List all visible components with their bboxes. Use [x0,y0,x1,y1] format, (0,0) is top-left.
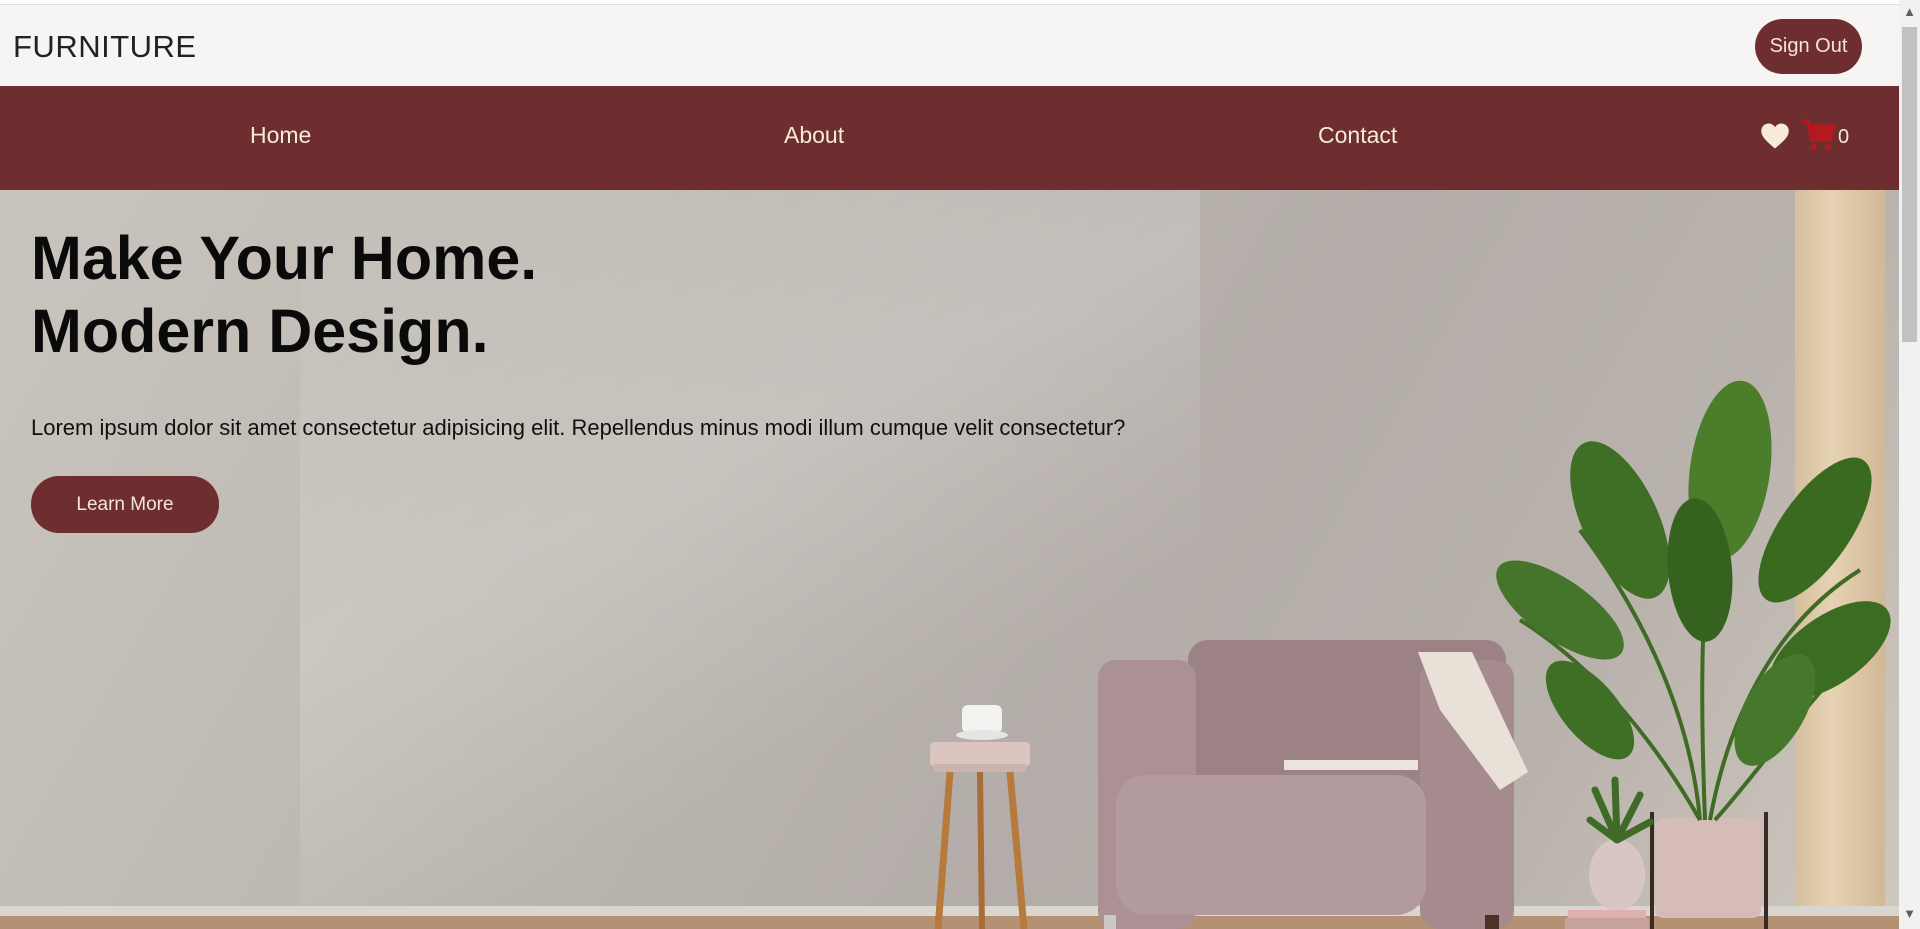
hero-description: Lorem ipsum dolor sit amet consectetur a… [31,415,1126,440]
scroll-up-arrow-icon[interactable]: ▲ [1899,4,1920,24]
heart-icon[interactable] [1760,122,1790,150]
hero-section: Make Your Home. Modern Design. Lorem ips… [0,190,1899,929]
cart-count-badge: 0 [1838,126,1850,148]
header: FURNITURE Sign Out [0,5,1899,86]
vertical-scrollbar[interactable]: ▲ ▼ [1899,0,1920,929]
learn-more-button[interactable]: Learn More [31,476,219,533]
hero-title-line2: Modern Design. [31,297,489,365]
small-plant-graphic [1565,776,1654,929]
scroll-thumb[interactable] [1902,27,1917,342]
plant-graphic [1496,380,1891,929]
main-nav: Home About Contact 0 [0,86,1899,190]
sign-out-button[interactable]: Sign Out [1755,19,1862,74]
side-table-graphic [930,705,1030,929]
armchair-graphic [1098,640,1528,929]
nav-item-home[interactable]: Home [250,122,311,149]
brand-logo[interactable]: FURNITURE [13,29,197,65]
scroll-down-arrow-icon[interactable]: ▼ [1899,906,1920,926]
nav-item-contact[interactable]: Contact [1318,122,1397,149]
nav-item-about[interactable]: About [784,122,844,149]
hero-title-line1: Make Your Home. [31,224,538,292]
cart-icon[interactable] [1801,118,1837,152]
hero-title: Make Your Home. Modern Design. [31,222,537,368]
page: FURNITURE Sign Out Home About Contact 0 [0,0,1899,929]
